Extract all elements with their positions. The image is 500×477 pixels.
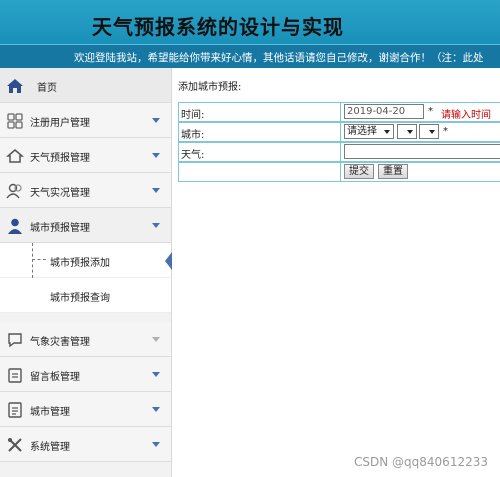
watermark: CSDN @qq840612233 bbox=[354, 455, 488, 469]
sidebar-item-disaster-management[interactable]: 气象灾害管理 bbox=[0, 322, 171, 357]
marquee-text: 欢迎登陆我站，希望能给你带来好心情，其他话语请您自己修改，谢谢合作！（注：此处 bbox=[74, 52, 484, 64]
sidebar-item-forecast-management[interactable]: 天气预报管理 bbox=[0, 138, 171, 173]
form-row-weather: 天气: bbox=[178, 142, 500, 162]
time-input[interactable]: 2019-04-20 bbox=[344, 104, 424, 119]
sidebar-item-label: 城市预报管理 bbox=[30, 223, 90, 234]
chevron-down-icon bbox=[152, 372, 160, 377]
province-select[interactable]: 请选择 bbox=[344, 124, 394, 139]
chevron-down-icon bbox=[384, 130, 390, 134]
city-select[interactable] bbox=[397, 124, 417, 139]
sidebar-item-city-forecast-management[interactable]: 城市预报管理 bbox=[0, 208, 171, 243]
submenu-item-city-forecast-add[interactable]: 城市预报添加 bbox=[0, 243, 172, 278]
sidebar-item-label: 注册用户管理 bbox=[30, 118, 90, 129]
submit-button[interactable]: 提交 bbox=[344, 164, 374, 179]
sidebar-item-label: 天气实况管理 bbox=[30, 188, 90, 199]
sidebar-item-city-management[interactable]: 城市管理 bbox=[0, 392, 171, 427]
form-row-city: 城市: 请选择 * bbox=[178, 122, 500, 142]
chevron-down-icon bbox=[152, 188, 160, 193]
reset-button[interactable]: 重置 bbox=[378, 164, 408, 179]
breadcrumb: 添加城市预报: bbox=[178, 82, 242, 93]
sidebar-item-label: 城市管理 bbox=[30, 407, 70, 418]
weather-label: 天气: bbox=[181, 150, 205, 161]
chevron-down-icon bbox=[407, 130, 413, 134]
form-row-time: 时间: 2019-04-20 * 请输入时间 bbox=[178, 102, 500, 122]
sidebar-item-live-weather-management[interactable]: 天气实况管理 bbox=[0, 173, 171, 208]
sidebar-item-label: 气象灾害管理 bbox=[30, 337, 90, 348]
district-select[interactable] bbox=[419, 124, 439, 139]
submenu-item-label: 城市预报添加 bbox=[50, 258, 110, 269]
sidebar-item-label: 系统管理 bbox=[30, 442, 70, 453]
grid-icon bbox=[7, 113, 23, 129]
required-mark: * bbox=[428, 106, 433, 117]
active-indicator bbox=[165, 252, 172, 270]
sidebar-item-message-board-management[interactable]: 留言板管理 bbox=[0, 357, 171, 392]
chevron-down-icon bbox=[429, 130, 435, 134]
main-content: 添加城市预报: 时间: 2019-04-20 * 请输入时间 城市: 请选择 *… bbox=[172, 68, 500, 477]
sidebar-item-home[interactable]: 首页 bbox=[0, 68, 171, 103]
chevron-down-icon bbox=[152, 118, 160, 123]
city-label: 城市: bbox=[181, 130, 205, 141]
sidebar-item-user-management[interactable]: 注册用户管理 bbox=[0, 103, 171, 138]
tools-icon bbox=[8, 438, 22, 452]
weather-input[interactable] bbox=[344, 144, 500, 159]
chevron-down-icon bbox=[152, 442, 160, 447]
chevron-down-icon bbox=[152, 153, 160, 158]
sidebar: 首页 注册用户管理 天气预报管理 天气实况管理 城市预报管理 城市预报添加 城市… bbox=[0, 68, 172, 477]
submenu-item-city-forecast-query[interactable]: 城市预报查询 bbox=[0, 278, 171, 313]
app-header: 天气预报系统的设计与实现 bbox=[0, 0, 500, 44]
home-icon bbox=[7, 79, 23, 93]
time-hint: 请输入时间 bbox=[441, 110, 491, 121]
document-icon bbox=[8, 402, 22, 418]
chevron-down-icon bbox=[152, 223, 160, 228]
submenu-item-label: 城市预报查询 bbox=[50, 293, 110, 304]
form-row-actions: 提交 重置 bbox=[178, 162, 500, 182]
app-title: 天气预报系统的设计与实现 bbox=[92, 15, 344, 39]
welcome-marquee: 欢迎登陆我站，希望能给你带来好心情，其他话语请您自己修改，谢谢合作！（注：此处 bbox=[0, 44, 500, 68]
time-label: 时间: bbox=[181, 110, 205, 121]
chevron-down-icon bbox=[152, 337, 160, 342]
chevron-down-icon bbox=[152, 407, 160, 412]
required-mark: * bbox=[443, 126, 448, 137]
sidebar-item-label: 天气预报管理 bbox=[30, 153, 90, 164]
chat-bubble-icon bbox=[8, 333, 22, 348]
sidebar-item-label: 首页 bbox=[37, 83, 57, 94]
sidebar-item-system-management[interactable]: 系统管理 bbox=[0, 427, 171, 462]
sidebar-item-label: 留言板管理 bbox=[30, 372, 80, 383]
clipboard-icon bbox=[8, 368, 22, 383]
user-icon bbox=[8, 218, 22, 234]
users-icon bbox=[6, 183, 22, 199]
house-icon bbox=[6, 149, 24, 163]
